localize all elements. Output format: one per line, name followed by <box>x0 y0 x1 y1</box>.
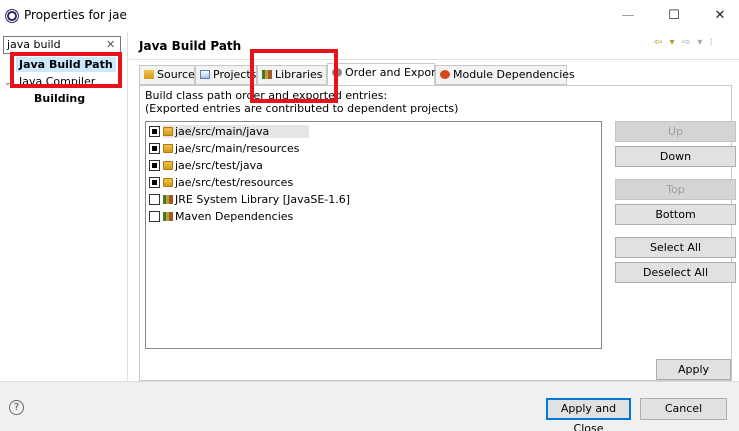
entry-label: jae/src/test/resources <box>175 176 294 189</box>
source-folder-icon <box>163 161 173 170</box>
up-button[interactable]: Up <box>615 121 736 142</box>
description-line: (Exported entries are contributed to dep… <box>145 102 459 115</box>
export-checkbox[interactable] <box>149 177 160 188</box>
library-icon <box>163 195 173 204</box>
minimize-button[interactable]: — <box>605 4 651 28</box>
deselect-all-button[interactable]: Deselect All <box>615 262 736 283</box>
entry-label: JRE System Library [JavaSE-1.6] <box>175 193 351 206</box>
library-icon <box>163 212 173 221</box>
entry-label: Maven Dependencies <box>175 210 294 223</box>
list-item[interactable]: jae/src/test/java <box>149 158 263 174</box>
tab-source[interactable]: Source <box>139 65 195 85</box>
eclipse-icon <box>5 9 19 23</box>
annotation-highlight-libraries-tab <box>250 49 338 103</box>
select-all-button[interactable]: Select All <box>615 237 736 258</box>
order-export-panel: Build class path order and exported entr… <box>139 85 736 381</box>
divider <box>129 59 739 60</box>
source-folder-icon <box>163 144 173 153</box>
tab-label: Order and Export <box>345 66 440 79</box>
cancel-button[interactable]: Cancel <box>640 398 727 420</box>
top-button[interactable]: Top <box>615 179 736 200</box>
export-checkbox[interactable] <box>149 126 160 137</box>
export-checkbox[interactable] <box>149 143 160 154</box>
dialog-footer: ? Apply and Close Cancel <box>0 381 739 431</box>
source-folder-icon <box>163 178 173 187</box>
project-folder-icon <box>200 70 210 79</box>
back-arrow-icon[interactable]: ⇦ ▾ <box>654 37 677 48</box>
tab-label: Source <box>157 68 195 81</box>
tab-order-and-export[interactable]: Order and Export <box>327 63 440 85</box>
close-button[interactable]: ✕ <box>697 4 739 28</box>
sidebar-item-building[interactable]: Building <box>34 92 85 105</box>
entry-label: jae/src/main/java <box>175 125 270 138</box>
tab-module-dependencies[interactable]: Module Dependencies <box>435 65 575 85</box>
bottom-button[interactable]: Bottom <box>615 204 736 225</box>
list-item[interactable]: JRE System Library [JavaSE-1.6] <box>149 192 350 208</box>
list-item[interactable]: Maven Dependencies <box>149 209 293 225</box>
export-checkbox[interactable] <box>149 194 160 205</box>
classpath-entry-list[interactable]: jae/src/main/java jae/src/main/resources… <box>145 121 602 349</box>
source-folder-icon <box>163 127 173 136</box>
entry-label: jae/src/test/java <box>175 159 263 172</box>
export-checkbox[interactable] <box>149 211 160 222</box>
forward-arrow-icon[interactable]: ⇨ ▾ <box>682 37 705 48</box>
list-item[interactable]: jae/src/main/resources <box>149 141 300 157</box>
export-checkbox[interactable] <box>149 160 160 171</box>
more-icon[interactable]: ⁝ <box>710 37 715 48</box>
entry-label: jae/src/main/resources <box>175 142 300 155</box>
title-bar: Properties for jae — ☐ ✕ <box>0 0 739 32</box>
help-icon[interactable]: ? <box>9 400 24 415</box>
apply-and-close-button[interactable]: Apply and Close <box>546 398 631 431</box>
window-title: Properties for jae <box>24 8 127 22</box>
clear-filter-icon[interactable]: ✕ <box>106 38 115 51</box>
tab-projects[interactable]: Projects <box>195 65 257 85</box>
down-button[interactable]: Down <box>615 146 736 167</box>
tab-label: Module Dependencies <box>453 68 575 81</box>
maximize-button[interactable]: ☐ <box>651 4 697 28</box>
annotation-highlight-sidebar <box>10 52 122 88</box>
module-icon <box>440 70 450 79</box>
main-panel: Java Build Path ⇦ ▾ ⇨ ▾ ⁝ Source Project… <box>129 32 739 381</box>
source-folder-icon <box>144 70 154 79</box>
list-item[interactable]: jae/src/main/java <box>149 124 310 140</box>
apply-button[interactable]: Apply <box>656 359 731 380</box>
list-item[interactable]: jae/src/test/resources <box>149 175 293 191</box>
page-title: Java Build Path <box>139 39 242 53</box>
navigation-arrows[interactable]: ⇦ ▾ ⇨ ▾ ⁝ <box>654 37 715 48</box>
sidebar-item-label: Building <box>34 92 86 105</box>
